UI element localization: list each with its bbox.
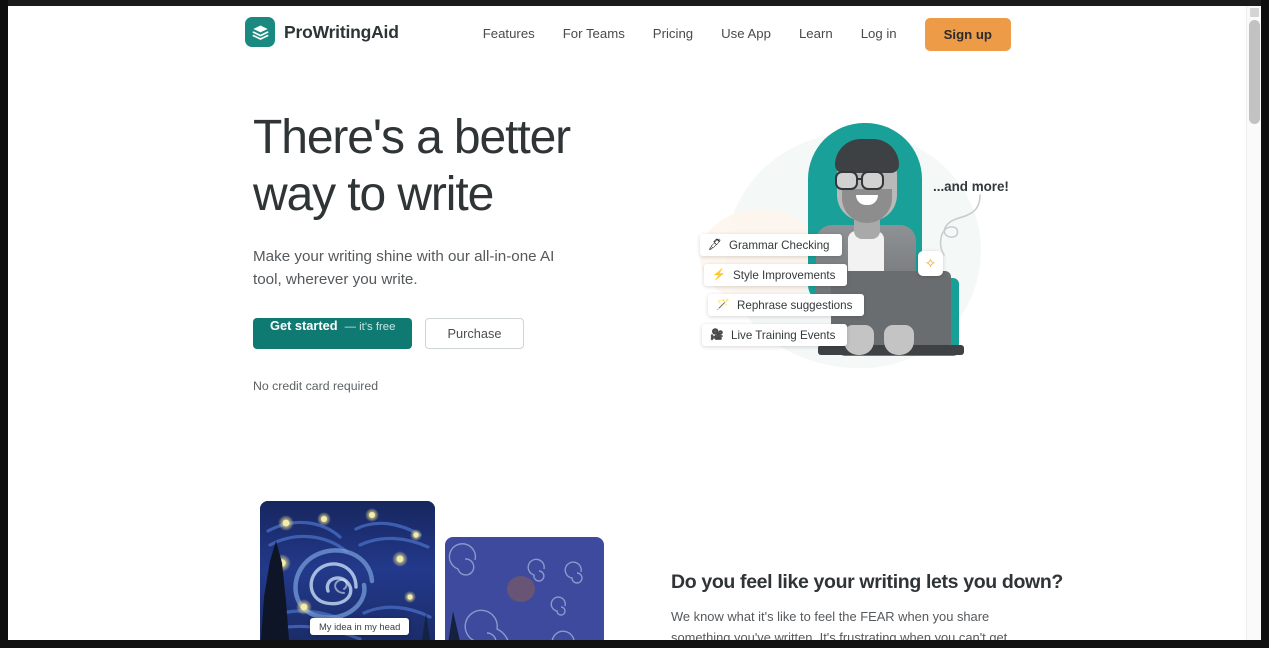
nav-link-pricing[interactable]: Pricing	[639, 6, 707, 62]
feature-badge-live-training-events: 🎥 Live Training Events	[702, 324, 848, 346]
page-content: ProWritingAid Features For Teams Pricing…	[8, 6, 1246, 640]
browser-window: ProWritingAid Features For Teams Pricing…	[0, 0, 1269, 648]
purchase-button[interactable]: Purchase	[425, 318, 524, 349]
nav-link-use-app[interactable]: Use App	[707, 6, 785, 62]
hero-copy: There's a better way to write Make your …	[253, 109, 653, 393]
glasses-right-lens	[861, 171, 884, 190]
feature-badge-label: Grammar Checking	[729, 238, 830, 252]
glasses-bridge	[858, 178, 863, 181]
artwork-comparison: My idea in my head	[260, 501, 610, 640]
feature-badge-rephrase-suggestions: 🪄 Rephrase suggestions	[708, 294, 865, 316]
feature-badge-label: Rephrase suggestions	[737, 298, 853, 312]
main-navigation: Features For Teams Pricing Use App Learn…	[469, 6, 1011, 62]
section-two-copy: Do you feel like your writing lets you d…	[671, 571, 1063, 640]
nav-link-learn[interactable]: Learn	[785, 6, 847, 62]
hero-subtitle: Make your writing shine with our all-in-…	[253, 248, 555, 288]
feature-badge-label: Style Improvements	[733, 268, 836, 282]
hand-right	[884, 325, 914, 355]
scrollbar-up-arrow[interactable]	[1250, 8, 1259, 17]
video-camera-icon: 🎥	[710, 328, 724, 341]
lightning-bolt-icon: ⚡	[712, 268, 726, 281]
window-chrome-left	[0, 0, 8, 648]
get-started-note: — it's free	[344, 321, 396, 333]
get-started-button[interactable]: Get started — it's free	[253, 318, 413, 349]
nav-link-log-in[interactable]: Log in	[847, 6, 911, 62]
person-hair	[835, 139, 899, 173]
magic-wand-icon: 🪄	[716, 298, 730, 311]
scrollbar-thumb[interactable]	[1249, 20, 1260, 124]
feature-badge-list: 🖋 Grammar Checking ⚡ Style Improvements …	[700, 234, 865, 346]
hero-actions: Get started — it's free Purchase	[253, 318, 653, 349]
window-chrome-bottom	[0, 640, 1269, 648]
feature-badge-grammar-checking: 🖋 Grammar Checking	[700, 234, 842, 256]
no-credit-card-note: No credit card required	[253, 379, 379, 393]
hero-title: There's a better way to write	[253, 111, 571, 221]
nav-link-for-teams[interactable]: For Teams	[549, 6, 639, 62]
feature-badge-style-improvements: ⚡ Style Improvements	[704, 264, 848, 286]
section-two-title: Do you feel like your writing lets you d…	[671, 571, 1063, 593]
browser-viewport: ProWritingAid Features For Teams Pricing…	[8, 6, 1261, 640]
writing-lets-you-down-section: My idea in my head Do you feel like your…	[8, 486, 1246, 640]
sign-up-button[interactable]: Sign up	[924, 17, 1011, 51]
hero-illustration: ✧ ...and more! 🖋 Grammar Checking ⚡ Styl…	[668, 101, 1038, 401]
vertical-scrollbar[interactable]	[1246, 6, 1261, 640]
nav-link-features[interactable]: Features	[469, 6, 549, 62]
plain-blue-panel	[445, 537, 604, 640]
section-two-body: We know what it's like to feel the FEAR …	[671, 609, 1008, 640]
prowritingaid-logo-icon	[245, 17, 275, 47]
feather-pen-icon: 🖋	[708, 238, 722, 251]
get-started-label: Get started	[270, 318, 338, 333]
feature-badge-label: Live Training Events	[731, 328, 836, 342]
glasses-left-lens	[835, 171, 858, 190]
site-header: ProWritingAid Features For Teams Pricing…	[8, 6, 1246, 62]
squiggle-arrow-icon	[939, 194, 981, 256]
brand-name: ProWritingAid	[284, 21, 399, 42]
brand-logo[interactable]: ProWritingAid	[245, 17, 399, 47]
idea-caption-label: My idea in my head	[310, 618, 410, 635]
and-more-label: ...and more!	[933, 179, 1009, 194]
window-chrome-right	[1261, 0, 1269, 648]
